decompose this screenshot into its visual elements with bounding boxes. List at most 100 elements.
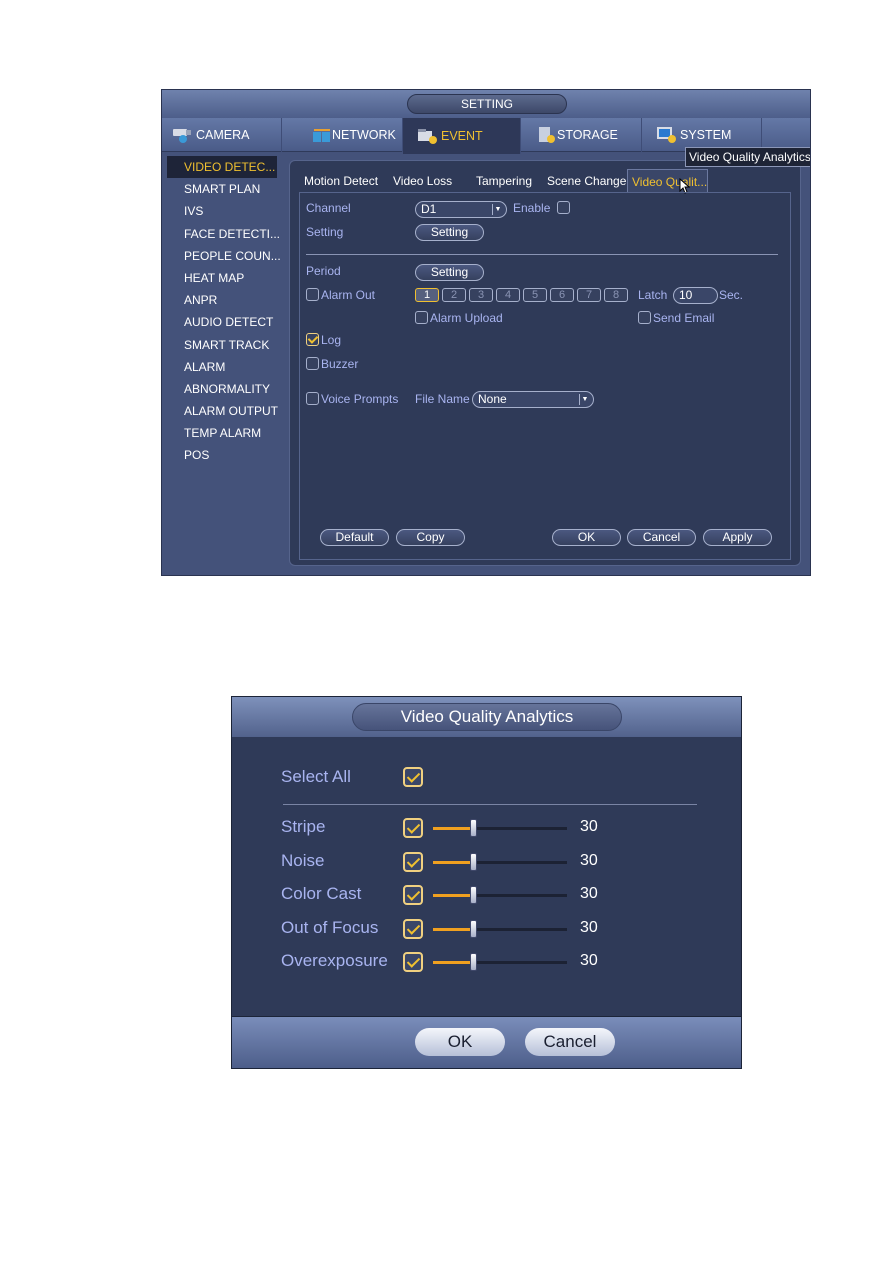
out-of-focus-value: 30 [580,918,598,936]
copy-button[interactable]: Copy [396,529,465,546]
sidebar-item-abnormality[interactable]: ABNORMALITY [167,378,277,400]
noise-slider[interactable] [433,852,567,872]
default-button[interactable]: Default [320,529,389,546]
overexposure-slider[interactable] [433,952,567,972]
enable-label: Enable [513,201,551,215]
apply-button[interactable]: Apply [703,529,772,546]
latch-value: 10 [679,288,693,302]
subtab-scene-change[interactable]: Scene Change [543,169,627,193]
window-title: SETTING [407,94,567,114]
sidebar-item-audio-detect[interactable]: AUDIO DETECT [167,311,277,333]
channel-dropdown[interactable]: D1 ▼ [415,201,507,218]
sidebar-item-alarm[interactable]: ALARM [167,356,277,378]
sub-tab-bar: Motion Detect Video Loss Tampering Scene… [300,169,708,193]
stripe-checkbox[interactable] [403,818,423,838]
form-area: Channel D1 ▼ Enable Setting Setting Peri… [299,192,791,560]
dialog-footer: OK Cancel [232,1016,741,1068]
sidebar-item-temp-alarm[interactable]: TEMP ALARM [167,422,277,444]
slider-thumb[interactable] [470,953,478,971]
sidebar-item-smart-plan[interactable]: SMART PLAN [167,178,277,200]
alarm-channel-4[interactable]: 4 [496,288,520,302]
slider-fill [433,860,474,864]
color-cast-slider[interactable] [433,885,567,905]
channel-value: D1 [421,202,437,216]
divider [306,254,778,255]
stripe-slider[interactable] [433,818,567,838]
tab-storage-label: STORAGE [557,128,618,142]
sidebar-item-heat-map[interactable]: HEAT MAP [167,267,277,289]
sidebar-item-people-counting[interactable]: PEOPLE COUN... [167,245,281,267]
latch-label: Latch [638,288,668,302]
subtab-video-loss[interactable]: Video Loss [389,169,472,193]
alarm-channel-8[interactable]: 8 [604,288,628,302]
dialog-title-bar: Video Quality Analytics [232,697,741,737]
ok-button[interactable]: OK [552,529,621,546]
dialog-ok-button[interactable]: OK [415,1028,505,1056]
alarm-upload-checkbox[interactable] [415,311,428,324]
subtab-video-quality[interactable]: Video Qualit... [627,169,708,193]
dialog-title: Video Quality Analytics [352,703,622,731]
sidebar-item-anpr[interactable]: ANPR [167,289,277,311]
dialog-cancel-button[interactable]: Cancel [525,1028,615,1056]
sidebar-item-smart-track[interactable]: SMART TRACK [167,334,277,356]
noise-checkbox[interactable] [403,851,423,872]
alarm-channel-7[interactable]: 7 [577,288,601,302]
sidebar-item-face-detection[interactable]: FACE DETECTI... [167,223,280,245]
system-icon [656,126,676,144]
tab-network[interactable]: NETWORK [282,118,403,152]
content-panel: Motion Detect Video Loss Tampering Scene… [289,160,801,566]
alarm-channel-6[interactable]: 6 [550,288,574,302]
enable-checkbox[interactable] [557,201,570,214]
sidebar-item-pos[interactable]: POS [167,444,277,466]
tab-camera-label: CAMERA [196,128,250,142]
file-name-label: File Name [415,392,470,406]
setting-button[interactable]: Setting [415,224,484,241]
title-bar: SETTING [162,90,810,118]
overexposure-label: Overexposure [281,951,388,970]
tab-event[interactable]: EVENT [403,118,521,154]
period-setting-button[interactable]: Setting [415,264,484,281]
cancel-button[interactable]: Cancel [627,529,696,546]
out-of-focus-label: Out of Focus [281,917,379,937]
setting-label: Setting [306,225,344,239]
noise-label: Noise [281,850,325,870]
buzzer-label: Buzzer [321,357,359,371]
subtab-tampering[interactable]: Tampering [472,169,543,193]
tab-camera[interactable]: CAMERA [162,118,282,152]
slider-thumb[interactable] [470,852,478,871]
latch-unit: Sec. [719,288,744,302]
storage-icon [537,126,557,144]
alarm-channel-5[interactable]: 5 [523,288,547,302]
file-name-dropdown[interactable]: None ▼ [472,391,594,408]
alarm-out-checkbox[interactable] [306,288,319,301]
select-all-label: Select All [281,767,351,786]
slider-fill [433,927,474,931]
overexposure-value: 30 [580,952,598,969]
color-cast-checkbox[interactable] [403,885,423,905]
sidebar-item-ivs[interactable]: IVS [167,200,277,222]
slider-thumb[interactable] [470,819,478,837]
tab-network-label: NETWORK [332,128,396,142]
subtab-motion-detect[interactable]: Motion Detect [300,169,389,193]
out-of-focus-checkbox[interactable] [403,918,423,939]
color-cast-label: Color Cast [281,884,362,903]
alarm-channel-3[interactable]: 3 [469,288,493,302]
latch-input[interactable]: 10 [673,287,718,304]
log-checkbox[interactable] [306,333,319,346]
alarm-channel-2[interactable]: 2 [442,288,466,302]
send-email-checkbox[interactable] [638,311,651,324]
color-cast-value: 30 [580,885,598,902]
alarm-channel-1[interactable]: 1 [415,288,439,302]
network-icon [312,126,332,144]
slider-thumb[interactable] [470,919,478,938]
sidebar-item-video-detect[interactable]: VIDEO DETEC... [167,156,277,179]
buzzer-checkbox[interactable] [306,357,319,370]
out-of-focus-slider[interactable] [433,919,567,939]
event-icon [417,127,437,145]
select-all-checkbox[interactable] [403,767,423,787]
tab-storage[interactable]: STORAGE [521,118,642,152]
sidebar-item-alarm-output[interactable]: ALARM OUTPUT [167,400,278,422]
slider-thumb[interactable] [470,886,478,904]
overexposure-checkbox[interactable] [403,952,423,972]
voice-prompts-checkbox[interactable] [306,392,319,405]
